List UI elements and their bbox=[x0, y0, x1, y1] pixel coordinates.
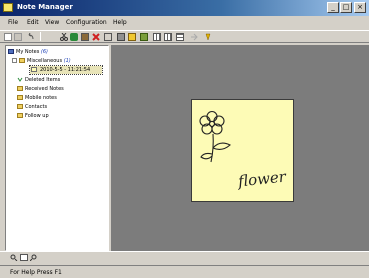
notes-root-icon bbox=[8, 49, 14, 54]
tree-item-label: 2010-5-5 - 11:21:54 bbox=[40, 67, 91, 73]
maximize-button[interactable]: □ bbox=[340, 2, 352, 13]
status-text: For Help Press F1 bbox=[10, 269, 62, 276]
tree-item-label: Follow up bbox=[25, 113, 49, 119]
tree-item-label: Deleted Items bbox=[25, 77, 61, 83]
find-icon[interactable] bbox=[29, 254, 38, 262]
menu-view[interactable]: View bbox=[45, 19, 59, 26]
tag-icon[interactable] bbox=[140, 33, 148, 41]
sticky-note[interactable]: flower bbox=[191, 99, 294, 202]
note-manager-window: Note Manager _ □ × File Edit View Config… bbox=[0, 0, 369, 278]
bottom-toolbar bbox=[0, 251, 369, 263]
tree-item-label: Contacts bbox=[25, 104, 48, 110]
search-icon[interactable] bbox=[10, 254, 18, 262]
tree-item-label: Mobile notes bbox=[25, 95, 57, 101]
delete-icon[interactable] bbox=[92, 33, 100, 41]
undo-icon[interactable] bbox=[27, 32, 35, 41]
new-note-icon[interactable] bbox=[4, 33, 12, 41]
window-icon[interactable] bbox=[104, 33, 112, 41]
folder-icon bbox=[19, 58, 25, 63]
menu-bar: File Edit View Configuration Help bbox=[0, 17, 369, 29]
cascade-icon[interactable] bbox=[176, 33, 184, 41]
tree-item-label: Received Notes bbox=[25, 86, 64, 92]
tree-item-count: (6) bbox=[40, 49, 48, 55]
folder-icon bbox=[17, 104, 23, 109]
window-title: Note Manager bbox=[17, 3, 73, 11]
list-view-icon[interactable] bbox=[20, 254, 28, 261]
expand-icon[interactable] bbox=[12, 58, 17, 63]
folder-icon bbox=[17, 95, 23, 100]
toolbar-separator bbox=[40, 32, 41, 41]
print-icon[interactable] bbox=[117, 33, 125, 41]
note-view-panel: flower bbox=[111, 45, 369, 251]
menu-file[interactable]: File bbox=[8, 19, 18, 26]
cut-icon[interactable] bbox=[60, 32, 68, 41]
folder-icon bbox=[17, 86, 23, 91]
tree-item-label: My Notes bbox=[16, 49, 40, 55]
maximize-icon: □ bbox=[342, 3, 350, 11]
menu-edit[interactable]: Edit bbox=[27, 19, 39, 26]
minimize-button[interactable]: _ bbox=[327, 2, 339, 13]
folder-tree: My Notes (6) Miscellaneous (1) 2010-5-5 … bbox=[5, 45, 109, 251]
copy-icon[interactable] bbox=[70, 33, 78, 41]
app-icon bbox=[3, 3, 13, 12]
toolbar bbox=[0, 30, 369, 43]
menu-help[interactable]: Help bbox=[113, 19, 127, 26]
folder-icon bbox=[17, 113, 23, 118]
minimize-icon: _ bbox=[331, 3, 335, 11]
tile-vertical-icon[interactable] bbox=[164, 33, 172, 41]
title-bar: Note Manager _ □ × bbox=[0, 0, 369, 16]
menu-configuration[interactable]: Configuration bbox=[66, 19, 107, 26]
recycle-icon bbox=[17, 77, 23, 82]
paste-icon[interactable] bbox=[81, 33, 89, 41]
close-icon: × bbox=[357, 3, 363, 11]
folder-icon[interactable] bbox=[128, 33, 136, 41]
note-icon bbox=[31, 67, 37, 72]
open-icon[interactable] bbox=[14, 33, 22, 41]
tree-item-label: Miscellaneous bbox=[27, 58, 63, 64]
arrow-icon[interactable] bbox=[190, 33, 198, 41]
status-bar: For Help Press F1 bbox=[0, 265, 369, 278]
close-button[interactable]: × bbox=[354, 2, 366, 13]
tile-horizontal-icon[interactable] bbox=[153, 33, 161, 41]
help-icon[interactable] bbox=[204, 33, 212, 41]
tree-item-count: (1) bbox=[63, 58, 71, 64]
tree-item-note[interactable]: 2010-5-5 - 11:21:54 bbox=[29, 65, 103, 75]
